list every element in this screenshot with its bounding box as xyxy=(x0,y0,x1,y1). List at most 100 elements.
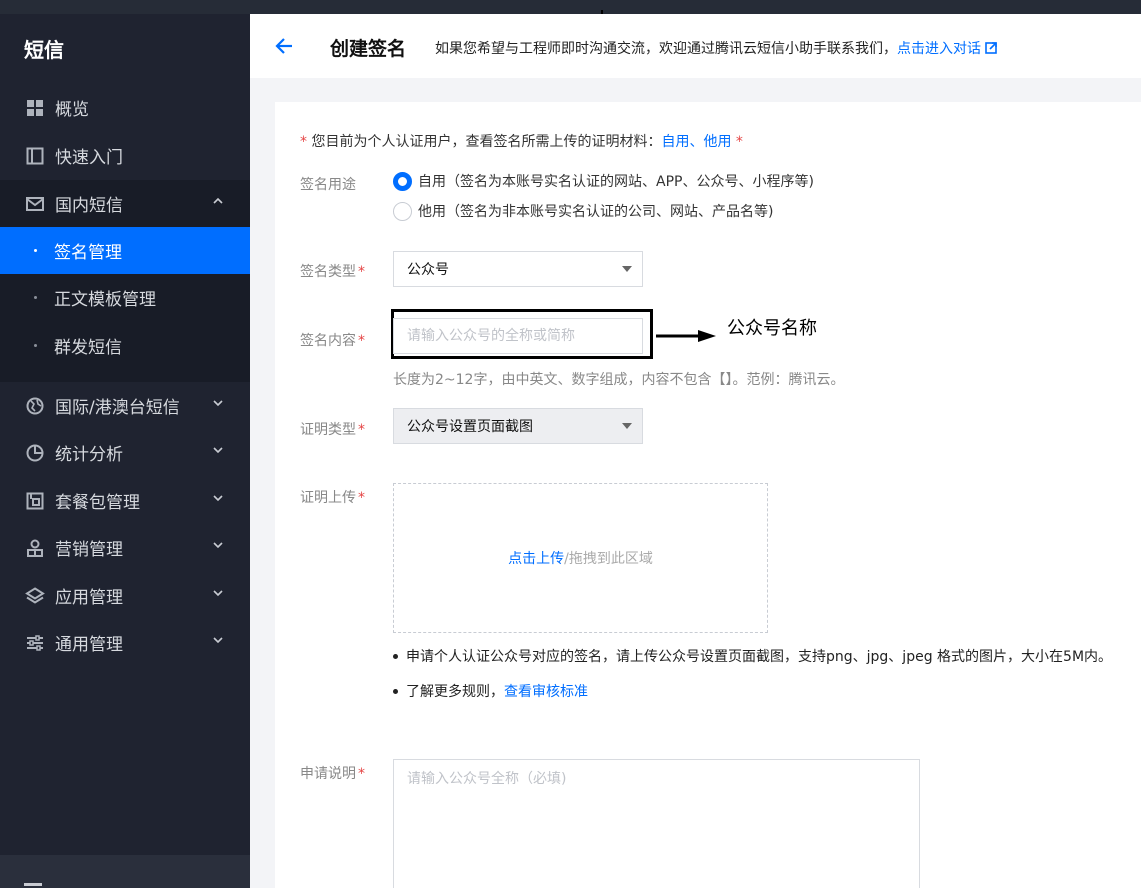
chevron-down-icon xyxy=(213,542,223,549)
external-link-icon xyxy=(985,42,997,54)
caret-down-icon xyxy=(622,423,632,429)
proof-upload-label: 证明上传 * xyxy=(300,487,365,507)
sidebar: 短信 概览 快速入门 国内短信 签名管理 正文模板管理 群发短信 国际/港澳台短… xyxy=(0,14,250,888)
marketing-icon xyxy=(24,537,46,559)
rule-text: 了解更多规则， xyxy=(406,684,504,700)
upload-text: /拖拽到此区域 xyxy=(564,551,653,567)
sidebar-item-label: 国内短信 xyxy=(55,196,123,216)
layers-icon xyxy=(24,585,46,607)
chevron-up-icon xyxy=(213,197,223,204)
sign-content-label: 签名内容 * xyxy=(300,330,365,350)
chevron-down-icon xyxy=(213,495,223,502)
label-text: 签名类型 xyxy=(300,264,356,280)
chevron-down-icon xyxy=(213,400,223,407)
sidebar-item-applications[interactable]: 应用管理 xyxy=(0,572,250,619)
bullet-dot xyxy=(393,653,398,659)
remark-textarea[interactable] xyxy=(393,759,920,888)
grid-icon xyxy=(24,97,46,119)
radio-self-use[interactable]: 自用（签名为本账号实名认证的网站、APP、公众号、小程序等) xyxy=(393,171,814,191)
sign-content-input[interactable] xyxy=(393,318,643,354)
required-mark: * xyxy=(358,766,365,782)
sidebar-subitem-signature[interactable]: 签名管理 xyxy=(0,227,250,274)
remark-label: 申请说明 * xyxy=(300,763,365,783)
radio-label: 自用（签名为本账号实名认证的网站、APP、公众号、小程序等) xyxy=(418,174,814,190)
required-mark: * xyxy=(358,264,365,280)
chevron-down-icon xyxy=(213,637,223,644)
caret-down-icon xyxy=(622,266,632,272)
bullet-dot xyxy=(34,344,37,347)
required-mark: * xyxy=(735,134,743,150)
sidebar-item-quickstart[interactable]: 快速入门 xyxy=(0,132,250,179)
package-icon xyxy=(24,490,46,512)
proof-type-select[interactable]: 公众号设置页面截图 xyxy=(393,408,643,444)
sidebar-item-label: 国际/港澳台短信 xyxy=(55,398,180,418)
label-text: 证明类型 xyxy=(300,422,356,438)
page-header: 创建签名 如果您希望与工程师即时沟通交流，欢迎通过腾讯云短信小助手联系我们，点击… xyxy=(250,14,1141,78)
review-standard-link[interactable]: 查看审核标准 xyxy=(504,681,588,701)
annotation-label: 公众号名称 xyxy=(727,318,817,339)
upload-rule-item: 申请个人认证公众号对应的签名，请上传公众号设置页面截图，支持png、jpg、jp… xyxy=(393,646,1112,666)
contact-link[interactable]: 点击进入对话 xyxy=(897,41,997,57)
sign-type-label: 签名类型 * xyxy=(300,261,365,281)
required-mark: * xyxy=(358,422,365,438)
sidebar-item-label: 营销管理 xyxy=(55,540,123,560)
menu-icon xyxy=(24,883,42,886)
radio-checked-icon[interactable] xyxy=(393,171,412,191)
link-other-use[interactable]: 他用 xyxy=(703,134,731,150)
chevron-down-icon xyxy=(213,590,223,597)
radio-other-use[interactable]: 他用（签名为非本账号实名认证的公司、网站、产品名等) xyxy=(393,201,773,221)
required-mark: * xyxy=(358,490,365,506)
book-icon xyxy=(24,145,46,167)
sidebar-item-statistics[interactable]: 统计分析 xyxy=(0,429,250,476)
sidebar-item-label: 快速入门 xyxy=(55,148,123,168)
sidebar-item-label: 统计分析 xyxy=(55,445,123,465)
sidebar-item-marketing[interactable]: 营销管理 xyxy=(0,524,250,571)
sidebar-item-domestic-sms[interactable]: 国内短信 xyxy=(0,180,250,227)
bullet-dot xyxy=(393,688,398,694)
chevron-down-icon xyxy=(213,447,223,454)
sidebar-subitem-label: 签名管理 xyxy=(54,243,122,263)
label-text: 申请说明 xyxy=(300,766,356,782)
contact-link-label: 点击进入对话 xyxy=(897,41,981,57)
pie-chart-icon xyxy=(24,442,46,464)
sidebar-item-general[interactable]: 通用管理 xyxy=(0,619,250,666)
mail-icon xyxy=(24,193,46,215)
sidebar-item-overview[interactable]: 概览 xyxy=(0,84,250,131)
top-bar xyxy=(0,0,1141,14)
page-title: 创建签名 xyxy=(330,38,407,60)
required-mark: * xyxy=(300,134,307,150)
label-text: 证明上传 xyxy=(300,490,356,506)
link-separator: 、 xyxy=(689,134,704,150)
bullet-dot xyxy=(34,296,37,299)
select-value: 公众号设置页面截图 xyxy=(407,419,533,435)
select-value: 公众号 xyxy=(407,262,449,278)
sidebar-item-international-sms[interactable]: 国际/港澳台短信 xyxy=(0,382,250,429)
sign-type-select[interactable]: 公众号 xyxy=(393,251,643,287)
link-self-use[interactable]: 自用 xyxy=(661,134,689,150)
notice-text: 您目前为个人认证用户，查看签名所需上传的证明材料： xyxy=(311,134,662,150)
sidebar-item-label: 套餐包管理 xyxy=(55,493,140,513)
radio-label: 他用（签名为非本账号实名认证的公司、网站、产品名等) xyxy=(418,204,774,220)
sidebar-title: 短信 xyxy=(24,38,64,62)
proof-type-label: 证明类型 * xyxy=(300,419,365,439)
radio-unchecked-icon[interactable] xyxy=(393,201,412,221)
sign-content-hint: 长度为2~12字，由中英文、数字组成，内容不包含【】。范例：腾讯云。 xyxy=(393,372,845,388)
bullet-dot xyxy=(34,249,37,252)
back-arrow-icon[interactable] xyxy=(274,36,294,56)
more-rules-item: 了解更多规则， 查看审核标准 xyxy=(393,681,588,701)
sliders-icon xyxy=(24,632,46,654)
rule-text: 申请个人认证公众号对应的签名，请上传公众号设置页面截图，支持png、jpg、jp… xyxy=(406,649,1113,665)
required-mark: * xyxy=(358,333,365,349)
sidebar-subitem-bulk-sms[interactable]: 群发短信 xyxy=(0,322,250,369)
sidebar-subitem-label: 正文模板管理 xyxy=(54,290,156,310)
sidebar-subitem-templates[interactable]: 正文模板管理 xyxy=(0,274,250,321)
sidebar-item-packages[interactable]: 套餐包管理 xyxy=(0,477,250,524)
label-text: 签名内容 xyxy=(300,333,356,349)
upload-dropzone[interactable]: 点击上传/拖拽到此区域 xyxy=(393,483,768,633)
globe-icon xyxy=(24,395,46,417)
sidebar-collapse-button[interactable] xyxy=(0,855,250,888)
annotation-arrow-icon xyxy=(656,330,716,342)
upload-link[interactable]: 点击上传 xyxy=(508,548,564,568)
certification-notice: * 您目前为个人认证用户，查看签名所需上传的证明材料：自用、他用 * xyxy=(300,131,743,151)
form-card: * 您目前为个人认证用户，查看签名所需上传的证明材料：自用、他用 * 签名用途 … xyxy=(275,102,1141,888)
